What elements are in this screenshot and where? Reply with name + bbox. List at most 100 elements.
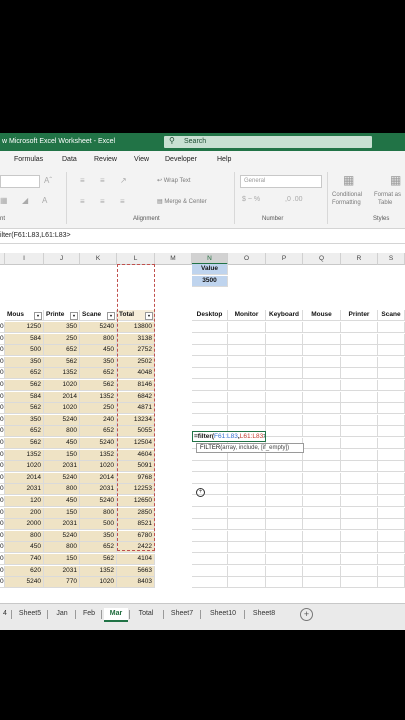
sheet-tab[interactable]: Sheet8 [247,608,281,620]
menu-view[interactable]: View [134,156,149,163]
table-cell[interactable]: 2752 [117,345,155,357]
empty-cell[interactable] [303,472,341,484]
table-cell[interactable]: 12253 [117,484,155,496]
empty-cell[interactable] [303,577,341,589]
empty-cell[interactable] [228,565,266,577]
table-cell[interactable]: 450 [44,438,80,449]
column-header-q[interactable]: Q [303,253,341,265]
empty-cell[interactable] [341,496,378,507]
empty-cell[interactable] [228,542,266,554]
table-cell[interactable]: 1020 [80,461,117,473]
table-cell[interactable]: 800 [80,333,117,345]
right-table-header[interactable]: Scane [378,310,405,322]
empty-cell[interactable] [378,345,405,357]
empty-cell[interactable] [192,554,228,565]
table-cell[interactable]: 2031 [44,565,80,577]
column-header-k[interactable]: K [80,253,117,265]
empty-cell[interactable] [228,380,266,391]
active-formula-cell[interactable]: =filter(F61:L83,L61:L83> [192,431,266,442]
table-cell[interactable]: 800 [44,542,80,554]
empty-cell[interactable] [266,542,303,554]
empty-cell[interactable] [378,530,405,542]
right-table-header[interactable]: Monitor [228,310,266,322]
empty-cell[interactable] [378,380,405,391]
column-header-m[interactable]: M [155,253,192,265]
empty-cell[interactable] [378,356,405,368]
table-cell[interactable]: 1352 [80,449,117,461]
table-cell[interactable]: 5240 [80,438,117,449]
table-cell[interactable]: 6780 [117,530,155,542]
filter-dropdown-icon[interactable]: ▾ [107,312,115,321]
sheet-tab[interactable]: 4 [0,608,10,620]
table-cell[interactable]: 200 [5,507,44,519]
table-cell[interactable]: 350 [44,322,80,333]
empty-cell[interactable] [341,322,378,333]
merge-center-button[interactable]: ▤ Merge & Center [157,198,207,205]
empty-cell[interactable] [228,577,266,589]
empty-cell[interactable] [303,542,341,554]
menu-help[interactable]: Help [217,156,231,163]
left-table-header[interactable]: Scane ▾ [80,310,117,322]
table-cell[interactable]: 1352 [80,565,117,577]
table-cell[interactable]: 652 [80,542,117,554]
table-cell[interactable]: 13234 [117,414,155,426]
empty-cell[interactable] [341,519,378,531]
empty-cell[interactable] [341,542,378,554]
empty-cell[interactable] [303,496,341,507]
fill-color-icon[interactable]: ◢ [22,196,28,205]
table-cell[interactable]: 2502 [117,356,155,368]
empty-cell[interactable] [341,391,378,403]
table-cell[interactable]: 2031 [80,484,117,496]
empty-cell[interactable] [303,414,341,426]
empty-cell[interactable] [228,391,266,403]
search-box[interactable]: ⚲ Search [164,136,372,148]
sheet-tab[interactable]: Sheet10 [203,608,243,620]
empty-cell[interactable] [378,438,405,449]
table-cell[interactable]: 13800 [117,322,155,333]
empty-cell[interactable] [228,403,266,415]
empty-cell[interactable] [341,472,378,484]
menu-data[interactable]: Data [62,156,77,163]
conditional-formatting-icon[interactable]: ▦ [343,173,354,187]
empty-cell[interactable] [266,530,303,542]
table-cell[interactable]: 2014 [80,472,117,484]
empty-cell[interactable] [378,507,405,519]
currency-icon[interactable]: $ ~ % [242,196,260,203]
table-cell[interactable]: 1250 [5,322,44,333]
empty-cell[interactable] [228,322,266,333]
format-table-icon[interactable]: ▦ [390,173,401,187]
table-cell[interactable]: 9768 [117,472,155,484]
table-cell[interactable]: 5240 [5,577,44,589]
table-cell[interactable]: 584 [5,391,44,403]
orientation-icon[interactable]: ↗ [120,176,127,185]
empty-cell[interactable] [341,426,378,438]
table-cell[interactable]: 8521 [117,519,155,531]
empty-cell[interactable] [378,414,405,426]
empty-cell[interactable] [228,356,266,368]
empty-cell[interactable] [303,519,341,531]
empty-cell[interactable] [378,403,405,415]
empty-cell[interactable] [378,391,405,403]
table-cell[interactable]: 150 [44,449,80,461]
table-cell[interactable]: 2031 [44,519,80,531]
table-cell[interactable]: 2850 [117,507,155,519]
number-format-select[interactable]: General [240,175,322,188]
empty-cell[interactable] [192,368,228,380]
empty-cell[interactable] [303,461,341,473]
empty-cell[interactable] [192,472,228,484]
table-cell[interactable]: 1352 [80,391,117,403]
empty-cell[interactable] [228,472,266,484]
empty-cell[interactable] [228,484,266,496]
empty-cell[interactable] [303,333,341,345]
empty-cell[interactable] [192,519,228,531]
table-cell[interactable]: 4604 [117,449,155,461]
right-table-header[interactable]: Printer [341,310,378,322]
table-cell[interactable]: 652 [80,426,117,438]
empty-cell[interactable] [341,577,378,589]
table-cell[interactable]: 12504 [117,438,155,449]
filter-dropdown-icon[interactable]: ▾ [70,312,78,321]
empty-cell[interactable] [378,577,405,589]
empty-cell[interactable] [228,554,266,565]
empty-cell[interactable] [192,414,228,426]
empty-cell[interactable] [341,565,378,577]
